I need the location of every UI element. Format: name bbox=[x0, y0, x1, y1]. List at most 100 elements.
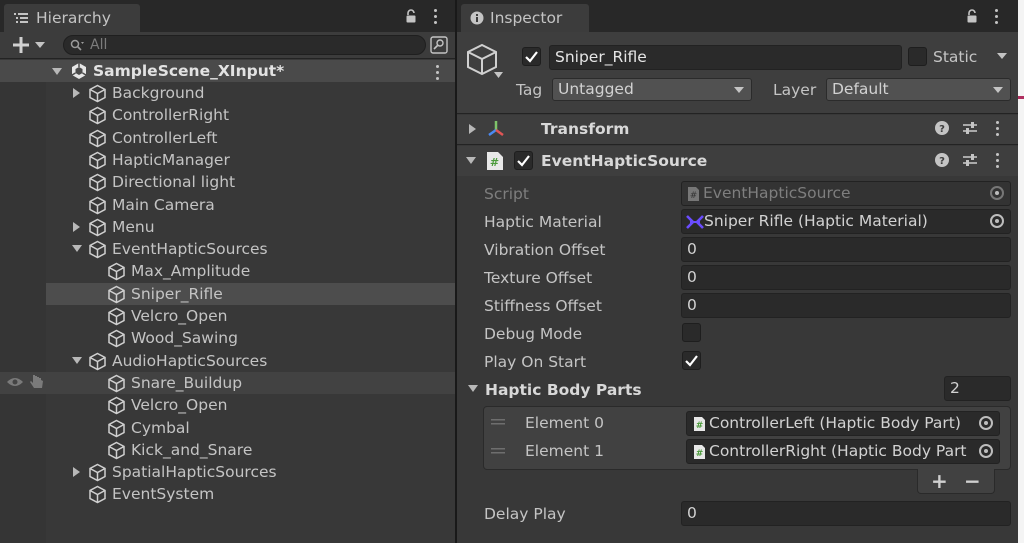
hierarchy-item-label: ControllerLeft bbox=[112, 129, 218, 147]
hierarchy-item-label: Max_Amplitude bbox=[131, 262, 251, 280]
static-dropdown-icon[interactable] bbox=[997, 53, 1007, 59]
hierarchy-search-field[interactable]: All bbox=[63, 35, 426, 55]
hierarchy-row[interactable] bbox=[46, 194, 455, 216]
foldout-icon[interactable] bbox=[72, 222, 82, 232]
hierarchy-list-icon bbox=[14, 12, 28, 24]
hierarchy-menu-icon[interactable] bbox=[434, 9, 438, 27]
element-1-field[interactable]: # ControllerRight (Haptic Body Part bbox=[686, 439, 1000, 464]
scene-menu-icon[interactable] bbox=[436, 65, 440, 83]
gameobject-icon bbox=[88, 84, 107, 103]
vibration-offset-value: 0 bbox=[687, 240, 697, 258]
search-by-type-icon[interactable] bbox=[430, 36, 448, 54]
foldout-icon[interactable] bbox=[72, 88, 82, 98]
layer-label: Layer bbox=[773, 81, 817, 99]
hierarchy-row[interactable] bbox=[46, 483, 455, 505]
tag-label: Tag bbox=[516, 81, 543, 99]
texture-offset-field[interactable]: 0 bbox=[681, 265, 1011, 290]
pickable-hand-icon[interactable] bbox=[29, 373, 45, 389]
gameobject-icon bbox=[88, 218, 107, 237]
foldout-icon[interactable] bbox=[72, 467, 82, 477]
scene-foldout-icon[interactable] bbox=[52, 67, 62, 77]
inspector-lock-icon[interactable] bbox=[966, 9, 978, 23]
gameobject-icon bbox=[88, 485, 107, 504]
transform-foldout-icon[interactable] bbox=[468, 124, 478, 134]
body-parts-count: 2 bbox=[950, 379, 960, 397]
stiffness-offset-field[interactable]: 0 bbox=[681, 293, 1011, 318]
component-menu-icon[interactable] bbox=[996, 153, 1000, 171]
component-help-icon[interactable]: ? bbox=[935, 153, 949, 167]
gameobject-icon bbox=[107, 396, 126, 415]
info-icon bbox=[470, 11, 484, 25]
component-enabled-toggle[interactable] bbox=[514, 151, 533, 170]
hierarchy-row[interactable] bbox=[46, 82, 455, 104]
hierarchy-row[interactable] bbox=[46, 216, 455, 238]
gameobject-icon bbox=[107, 374, 126, 393]
hierarchy-item-label: Menu bbox=[112, 218, 155, 236]
transform-menu-icon[interactable] bbox=[996, 121, 1000, 139]
hierarchy-item-label: Wood_Sawing bbox=[131, 329, 238, 347]
tag-dropdown[interactable]: Untagged bbox=[552, 78, 752, 101]
hierarchy-item-label: Main Camera bbox=[112, 196, 215, 214]
transform-icon bbox=[486, 119, 506, 139]
element-0-label: Element 0 bbox=[525, 414, 604, 432]
hierarchy-row[interactable] bbox=[46, 104, 455, 126]
static-toggle[interactable] bbox=[908, 47, 927, 66]
hierarchy-item-label: Sniper_Rifle bbox=[131, 285, 223, 303]
inspector-menu-icon[interactable] bbox=[995, 9, 999, 27]
element-0-field[interactable]: # ControllerLeft (Haptic Body Part) bbox=[686, 411, 1000, 436]
gameobject-icon bbox=[88, 151, 107, 170]
add-dropdown-icon[interactable] bbox=[35, 42, 45, 48]
static-label: Static bbox=[933, 48, 978, 66]
script-file-icon: # bbox=[687, 186, 700, 202]
transform-help-icon[interactable]: ? bbox=[935, 121, 949, 135]
gameobject-icon bbox=[107, 307, 126, 326]
body-parts-foldout-icon[interactable] bbox=[468, 384, 478, 394]
svg-text:?: ? bbox=[939, 124, 945, 135]
hierarchy-tab[interactable]: Hierarchy bbox=[4, 4, 140, 32]
foldout-icon[interactable] bbox=[72, 356, 82, 366]
vibration-offset-field[interactable]: 0 bbox=[681, 237, 1011, 262]
hierarchy-item-label: EventHapticSources bbox=[112, 240, 268, 258]
hierarchy-row[interactable] bbox=[46, 171, 455, 193]
gameobject-icon bbox=[107, 285, 126, 304]
gameobject-icon bbox=[88, 173, 107, 192]
inspector-tab[interactable]: Inspector bbox=[461, 4, 589, 32]
element-1-script-icon: # bbox=[693, 444, 706, 460]
element-1-drag-handle-icon[interactable] bbox=[491, 448, 505, 454]
icon-dropdown-icon[interactable] bbox=[494, 72, 503, 78]
gameobject-icon bbox=[107, 262, 126, 281]
play-on-start-label: Play On Start bbox=[484, 353, 587, 371]
play-on-start-toggle[interactable] bbox=[682, 351, 701, 370]
element-0-picker-icon[interactable] bbox=[979, 416, 993, 430]
object-name-field[interactable]: Sniper_Rifle bbox=[549, 45, 902, 70]
element-1-picker-icon[interactable] bbox=[979, 444, 993, 458]
debug-mode-label: Debug Mode bbox=[484, 325, 583, 343]
inspector-tab-label: Inspector bbox=[490, 9, 563, 27]
haptic-material-field[interactable]: Sniper Rifle (Haptic Material) bbox=[681, 209, 1011, 234]
delay-play-field[interactable]: 0 bbox=[681, 501, 1011, 526]
body-parts-count-field[interactable]: 2 bbox=[944, 376, 1011, 401]
component-foldout-icon[interactable] bbox=[466, 156, 476, 166]
component-preset-icon[interactable] bbox=[962, 153, 978, 167]
gameobject-icon bbox=[107, 419, 126, 438]
add-element-button[interactable]: + bbox=[931, 471, 948, 491]
hierarchy-tab-label: Hierarchy bbox=[36, 9, 111, 27]
transform-preset-icon[interactable] bbox=[962, 121, 978, 135]
lock-icon[interactable] bbox=[405, 9, 417, 23]
debug-mode-toggle[interactable] bbox=[682, 323, 701, 342]
hierarchy-row[interactable] bbox=[46, 149, 455, 171]
add-plus-icon[interactable] bbox=[12, 36, 32, 54]
svg-text:?: ? bbox=[939, 156, 945, 167]
scene-name: SampleScene_XInput* bbox=[93, 62, 285, 80]
hierarchy-item-label: Cymbal bbox=[131, 419, 190, 437]
remove-element-button[interactable]: − bbox=[964, 471, 981, 491]
script-picker-icon bbox=[990, 186, 1004, 200]
haptic-material-picker-icon[interactable] bbox=[990, 214, 1004, 228]
svg-text:#: # bbox=[690, 191, 698, 201]
layer-dropdown[interactable]: Default bbox=[826, 78, 1011, 101]
foldout-icon[interactable] bbox=[72, 244, 82, 254]
hierarchy-row[interactable] bbox=[46, 127, 455, 149]
active-toggle[interactable] bbox=[522, 47, 541, 66]
element-0-drag-handle-icon[interactable] bbox=[491, 419, 505, 425]
visibility-eye-icon[interactable] bbox=[6, 376, 24, 388]
